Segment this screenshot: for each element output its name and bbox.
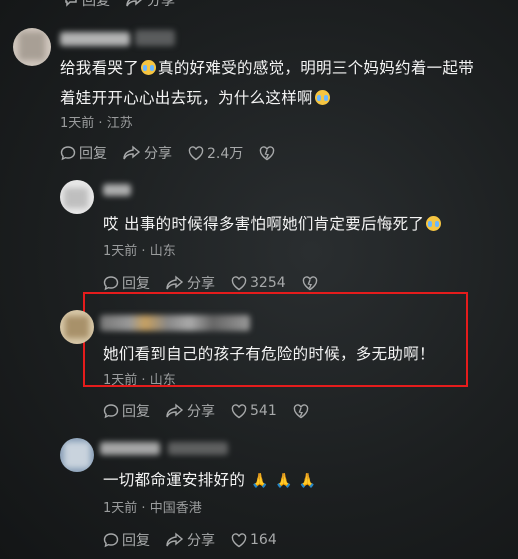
crying-emoji (141, 60, 157, 75)
comment-actions: 回复 分享 541 (103, 401, 328, 421)
share-button[interactable]: 分享 (166, 530, 215, 550)
share-icon (123, 145, 141, 160)
username-blurred (168, 442, 228, 455)
like-button[interactable]: 164 (231, 532, 277, 548)
share-icon (166, 403, 184, 418)
like-count: 2.4万 (207, 146, 244, 162)
reply-label: 回复 (82, 0, 110, 9)
heart-icon (231, 403, 247, 418)
reply-button[interactable]: 回复 (103, 273, 150, 293)
comment-text: 哎 出事的时候得多害怕啊她们肯定要后悔死了 (103, 209, 443, 239)
comment-text: 一切都命運安排好的 🙏 🙏 🙏 (103, 465, 316, 496)
comment-actions: 回复 分享 164 (103, 530, 293, 550)
reply-button[interactable]: 回复 (63, 0, 110, 10)
reply-icon (65, 0, 77, 7)
heart-icon (231, 275, 247, 290)
like-button[interactable]: 3254 (231, 275, 286, 291)
dislike-button[interactable] (293, 403, 312, 419)
like-count: 164 (250, 532, 277, 548)
crying-emoji (314, 90, 330, 105)
share-icon (166, 532, 184, 547)
username-blurred[interactable] (103, 184, 131, 196)
top-cut-actions: 回复 分享 (63, 0, 191, 10)
pray-emoji: 🙏 (251, 473, 269, 489)
avatar[interactable] (60, 438, 94, 472)
avatar[interactable] (60, 310, 94, 344)
reply-button[interactable]: 回复 (103, 530, 150, 550)
dislike-button[interactable] (302, 275, 321, 291)
dislike-icon (302, 275, 317, 290)
username-blurred[interactable] (100, 315, 250, 331)
comment-meta: 1天前 · 山东 (103, 373, 176, 388)
share-icon (166, 275, 184, 290)
comment-text: 给我看哭了 真的好难受的感觉，明明三个妈妈约着一起带 着娃开开心心出去玩，为什么这… (60, 59, 475, 107)
like-button[interactable]: 2.4万 (188, 143, 243, 163)
reply-icon (103, 276, 119, 291)
reply-icon (103, 404, 119, 419)
username-blurred (135, 30, 175, 46)
reply-icon (60, 146, 76, 161)
comment-text: 她们看到自己的孩子有危险的时候，多无助啊！ (103, 345, 435, 363)
share-button[interactable]: 分享 (126, 0, 175, 10)
share-button[interactable]: 分享 (123, 143, 172, 163)
share-button[interactable]: 分享 (166, 273, 215, 293)
share-label: 分享 (147, 0, 175, 9)
avatar[interactable] (60, 180, 94, 214)
like-count: 541 (250, 403, 277, 419)
like-count: 3254 (250, 275, 286, 291)
avatar[interactable] (13, 28, 51, 66)
comment-meta: 1天前 · 山东 (103, 244, 176, 259)
comment-actions: 回复 分享 2.4万 (60, 143, 294, 163)
username-blurred[interactable] (60, 32, 130, 46)
crying-emoji (426, 216, 442, 231)
share-icon (126, 0, 142, 7)
dislike-icon (260, 145, 275, 160)
username-blurred[interactable] (100, 442, 160, 455)
dislike-icon (293, 403, 308, 418)
pray-emoji: 🙏 (274, 473, 293, 489)
comment-actions: 回复 分享 3254 (103, 273, 337, 293)
share-button[interactable]: 分享 (166, 401, 215, 421)
heart-icon (188, 145, 204, 160)
like-button[interactable]: 541 (231, 403, 277, 419)
reply-button[interactable]: 回复 (60, 143, 107, 163)
reply-icon (103, 533, 119, 548)
pray-emoji: 🙏 (298, 473, 317, 489)
comment-meta: 1天前 · 中国香港 (103, 501, 202, 516)
comment-meta: 1天前 · 江苏 (60, 116, 133, 131)
heart-icon (231, 532, 247, 547)
reply-button[interactable]: 回复 (103, 401, 150, 421)
dislike-button[interactable] (259, 145, 278, 161)
